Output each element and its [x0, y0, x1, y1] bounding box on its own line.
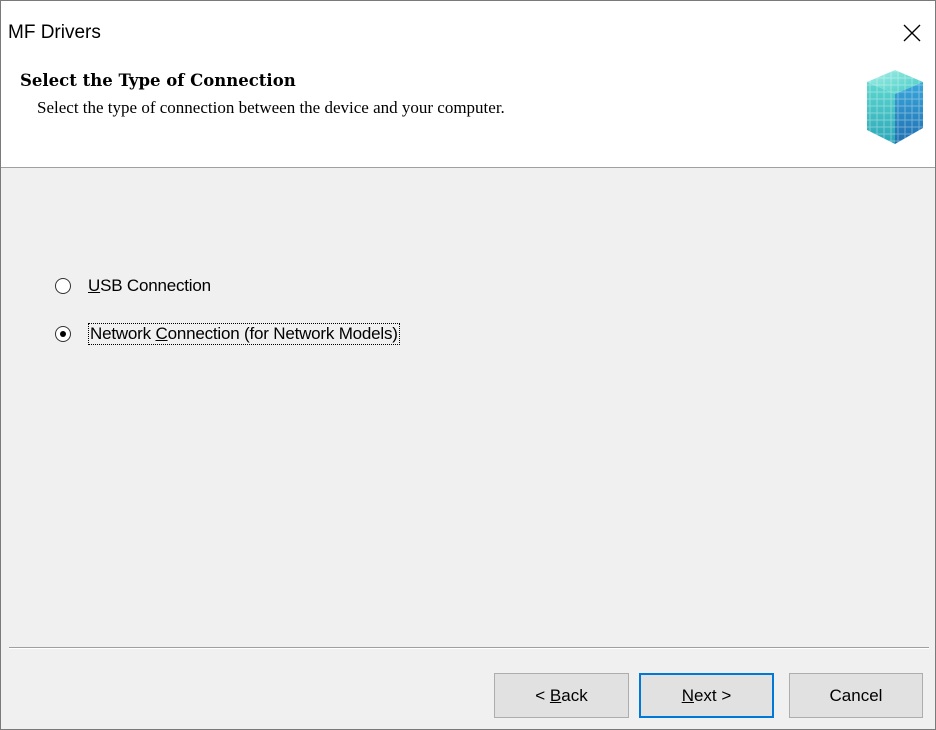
wizard-header: Select the Type of Connection Select the…: [1, 56, 935, 168]
usb-connection-option[interactable]: USB Connection: [55, 276, 211, 296]
close-button[interactable]: [889, 13, 935, 53]
next-button[interactable]: Next >: [639, 673, 774, 718]
network-connection-option[interactable]: Network Connection (for Network Models): [55, 323, 400, 345]
usb-connection-label: USB Connection: [88, 276, 211, 295]
page-subtitle: Select the type of connection between th…: [37, 98, 505, 117]
cube-logo-icon: [867, 70, 923, 144]
network-radio[interactable]: [55, 326, 71, 342]
usb-radio[interactable]: [55, 278, 71, 294]
back-button[interactable]: < Back: [494, 673, 629, 718]
page-title: Select the Type of Connection: [20, 71, 296, 90]
close-icon: [903, 24, 921, 42]
cancel-button[interactable]: Cancel: [789, 673, 923, 718]
wizard-content: USB Connection Network Connection (for N…: [1, 169, 935, 647]
window-title: MF Drivers: [8, 22, 101, 43]
title-bar: MF Drivers: [1, 1, 935, 56]
network-connection-label: Network Connection (for Network Models): [88, 323, 400, 345]
wizard-footer: < Back Next > Cancel: [1, 649, 935, 729]
installer-window: MF Drivers Select the Type of Connection…: [0, 0, 936, 730]
